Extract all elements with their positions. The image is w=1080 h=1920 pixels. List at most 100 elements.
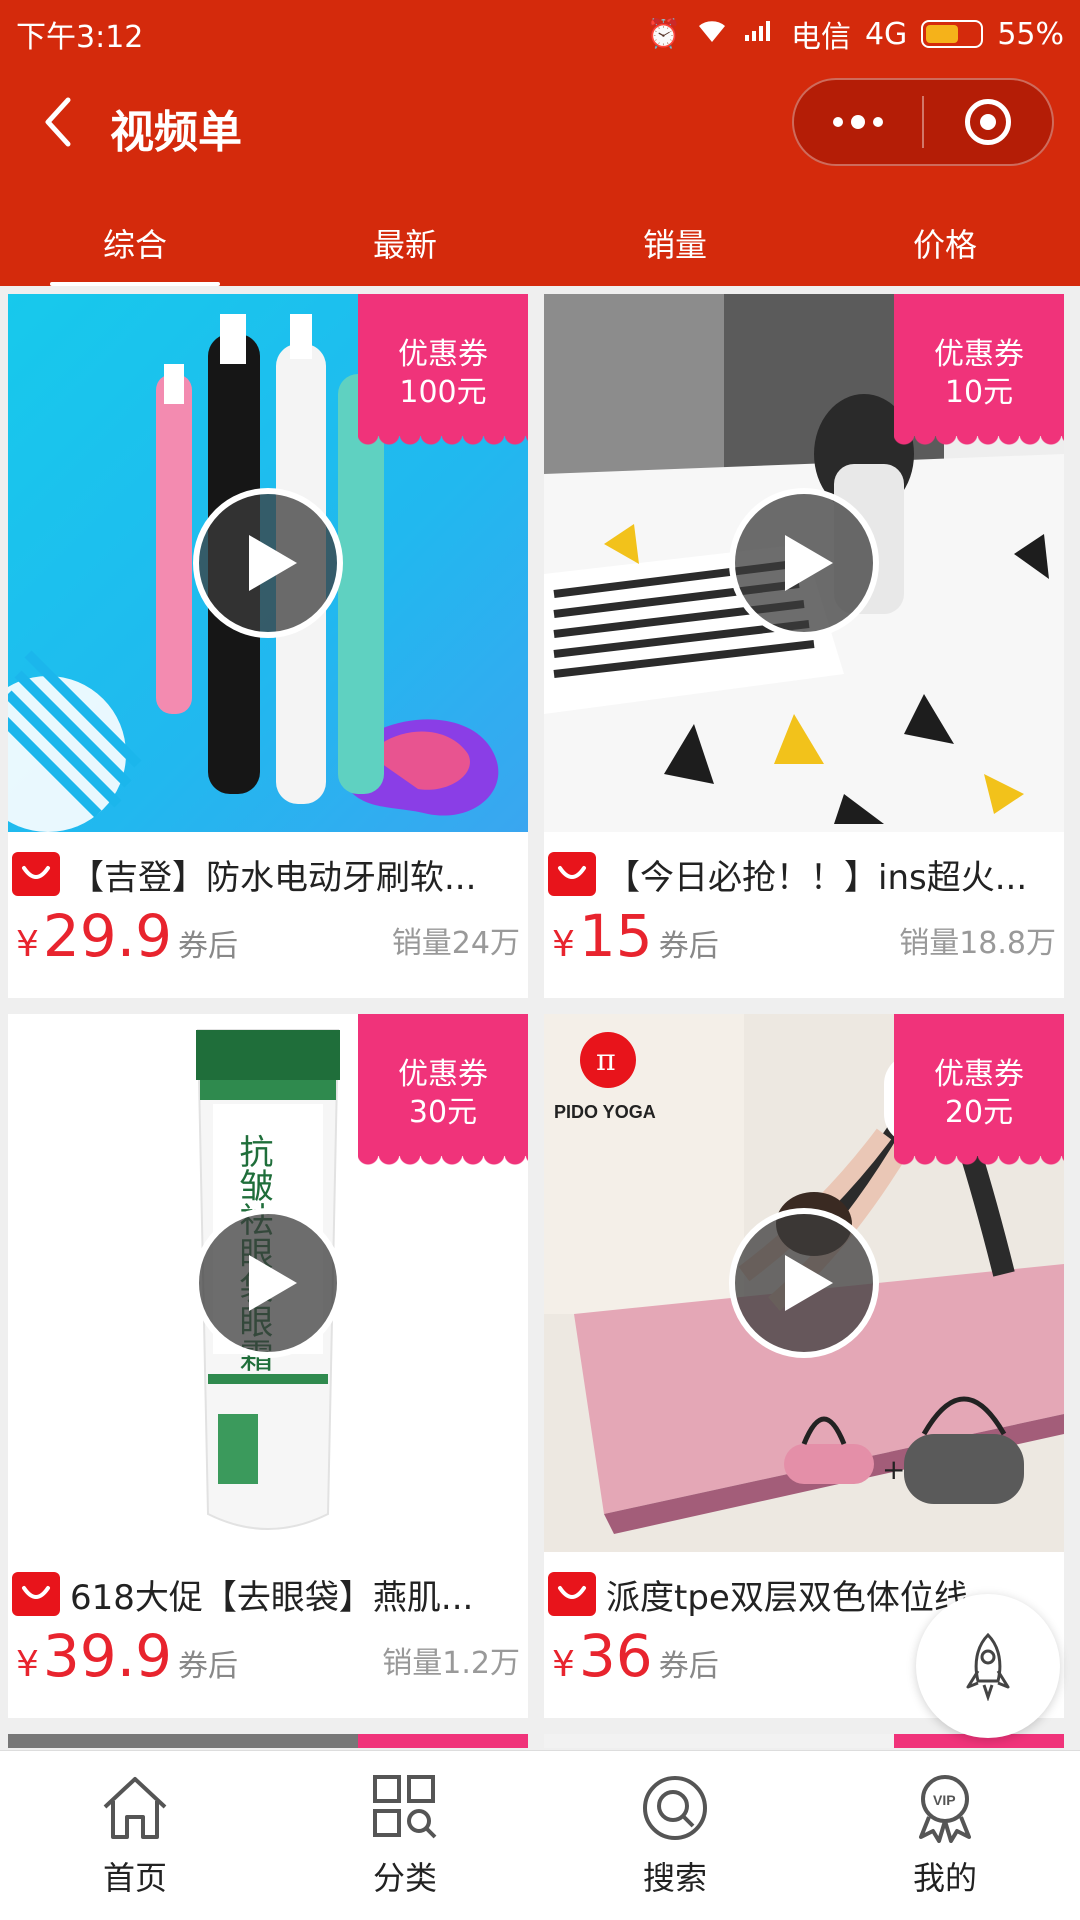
network-type: 4G xyxy=(864,16,908,52)
tab-newest[interactable]: 最新 xyxy=(270,200,540,286)
coupon-badge: 优惠券 20元 xyxy=(894,1014,1064,1168)
product-title-row[interactable]: 【今日必抢！！】ins超火... xyxy=(548,850,1058,898)
sales-count: 销量1.2万 xyxy=(382,1646,520,1681)
product-price: ¥ 36 券后 xyxy=(552,1622,719,1690)
header: 下午3:12 ⏰ 电信 4G 55% 视频单 综合 最新 销量 价格 xyxy=(0,0,1080,286)
product-card[interactable]: 抗皱祛眼袋眼霜 优惠券 30元 618大促【去眼袋】燕肌... ¥ 39.9 券… xyxy=(8,1014,528,1718)
nav-profile-label: 我的 xyxy=(912,1858,977,1897)
product-price: ¥ 39.9 券后 xyxy=(16,1622,238,1690)
nav-search[interactable]: 搜索 xyxy=(540,1751,810,1920)
tmall-icon xyxy=(12,1572,60,1616)
product-title-row[interactable]: 【吉登】防水电动牙刷软... xyxy=(12,850,522,898)
status-icons: ⏰ 电信 4G 55% xyxy=(646,12,1064,56)
play-icon xyxy=(785,1255,833,1311)
coupon-label: 优惠券 xyxy=(398,337,488,372)
price-row: ¥ 29.9 券后 销量24万 xyxy=(16,902,520,978)
battery-percent: 55% xyxy=(997,16,1064,52)
sort-tabs: 综合 最新 销量 价格 xyxy=(0,200,1080,286)
vip-profile-icon: VIP xyxy=(919,1774,971,1843)
nav-profile[interactable]: VIP 我的 xyxy=(810,1751,1080,1920)
tmall-icon xyxy=(548,852,596,896)
product-title: 【今日必抢！！】ins超火... xyxy=(606,857,1028,898)
rocket-icon xyxy=(966,1632,1010,1701)
back-to-top-button[interactable] xyxy=(916,1594,1060,1738)
target-icon xyxy=(965,99,1011,145)
nav-category-label: 分类 xyxy=(372,1858,437,1897)
coupon-label: 优惠券 xyxy=(934,1057,1024,1092)
more-button[interactable] xyxy=(794,80,922,164)
chevron-left-icon xyxy=(45,97,71,147)
play-icon xyxy=(785,535,833,591)
currency-symbol: ¥ xyxy=(16,924,39,965)
product-video-thumbnail[interactable]: 优惠券 10元 xyxy=(544,294,1064,832)
price-suffix: 券后 xyxy=(178,929,239,964)
tab-comprehensive[interactable]: 综合 xyxy=(0,200,270,286)
status-time: 下午3:12 xyxy=(16,20,144,55)
play-button[interactable] xyxy=(729,1208,879,1358)
nav-home-label: 首页 xyxy=(102,1858,167,1897)
product-video-thumbnail[interactable]: π PIDO YOGA + 优惠券 20元 xyxy=(544,1014,1064,1552)
tab-sales[interactable]: 销量 xyxy=(540,200,810,286)
play-button[interactable] xyxy=(193,1208,343,1358)
page-title: 视频单 xyxy=(110,107,242,158)
nav-bar: 视频单 xyxy=(0,70,1080,180)
product-video-thumbnail[interactable]: 优惠券 100元 xyxy=(8,294,528,832)
currency-symbol: ¥ xyxy=(552,1644,575,1685)
nav-category[interactable]: 分类 xyxy=(270,1751,540,1920)
coupon-badge: 优惠券 30元 xyxy=(358,1014,528,1168)
product-price: ¥ 15 券后 xyxy=(552,902,719,970)
sales-count: 销量24万 xyxy=(391,926,520,961)
product-title: 【吉登】防水电动牙刷软... xyxy=(70,857,477,898)
category-icon xyxy=(373,1774,437,1838)
play-button[interactable] xyxy=(729,488,879,638)
product-title-row[interactable]: 618大促【去眼袋】燕肌... xyxy=(12,1570,522,1618)
svg-text:VIP: VIP xyxy=(933,1792,956,1808)
price-suffix: 券后 xyxy=(658,929,719,964)
currency-symbol: ¥ xyxy=(552,924,575,965)
brand-text: PIDO YOGA xyxy=(554,1102,656,1122)
product-title: 618大促【去眼袋】燕肌... xyxy=(70,1577,474,1618)
product-card[interactable]: 优惠券 10元 【今日必抢！！】ins超火... ¥ 15 券后 销量18.8万 xyxy=(544,294,1064,998)
price-value: 29.9 xyxy=(42,902,173,970)
bottom-tab-bar: 首页 分类 搜索 VIP 我的 xyxy=(0,1750,1080,1920)
mini-program-capsule xyxy=(792,78,1054,166)
price-row: ¥ 15 券后 销量18.8万 xyxy=(552,902,1056,978)
play-icon xyxy=(249,535,297,591)
price-row: ¥ 39.9 券后 销量1.2万 xyxy=(16,1622,520,1698)
nav-search-label: 搜索 xyxy=(642,1858,707,1897)
signal-icon xyxy=(743,17,777,51)
status-bar: 下午3:12 ⏰ 电信 4G 55% xyxy=(0,0,1080,60)
coupon-badge: 优惠券 100元 xyxy=(358,294,528,448)
price-value: 36 xyxy=(578,1622,653,1690)
price-suffix: 券后 xyxy=(658,1649,719,1684)
tmall-icon xyxy=(548,1572,596,1616)
product-card[interactable]: 优惠券 100元 【吉登】防水电动牙刷软... ¥ 29.9 券后 销量24万 xyxy=(8,294,528,998)
coupon-amount: 30元 xyxy=(408,1095,478,1130)
coupon-amount: 20元 xyxy=(944,1095,1014,1130)
alarm-icon: ⏰ xyxy=(646,17,681,50)
close-miniprogram-button[interactable] xyxy=(924,80,1052,164)
play-button[interactable] xyxy=(193,488,343,638)
product-video-thumbnail[interactable]: 抗皱祛眼袋眼霜 优惠券 30元 xyxy=(8,1014,528,1552)
coupon-label: 优惠券 xyxy=(398,1057,488,1092)
price-value: 15 xyxy=(578,902,653,970)
coupon-amount: 100元 xyxy=(399,375,487,410)
product-price: ¥ 29.9 券后 xyxy=(16,902,238,970)
search-icon xyxy=(643,1775,707,1840)
product-title: 派度tpe双层双色体位线 xyxy=(606,1577,968,1618)
carrier: 电信 xyxy=(790,20,851,55)
tab-price[interactable]: 价格 xyxy=(810,200,1080,286)
nav-home[interactable]: 首页 xyxy=(0,1751,270,1920)
sales-count: 销量18.8万 xyxy=(899,926,1056,961)
next-product-card-peek xyxy=(8,1734,528,1748)
battery-icon xyxy=(921,20,984,48)
wifi-icon xyxy=(695,16,729,52)
play-icon xyxy=(249,1255,297,1311)
currency-symbol: ¥ xyxy=(16,1644,39,1685)
coupon-label: 优惠券 xyxy=(934,337,1024,372)
tmall-icon xyxy=(12,852,60,896)
coupon-badge: 优惠券 10元 xyxy=(894,294,1064,448)
coupon-amount: 10元 xyxy=(944,375,1014,410)
back-button[interactable] xyxy=(28,92,88,152)
more-dots-icon xyxy=(833,115,883,129)
